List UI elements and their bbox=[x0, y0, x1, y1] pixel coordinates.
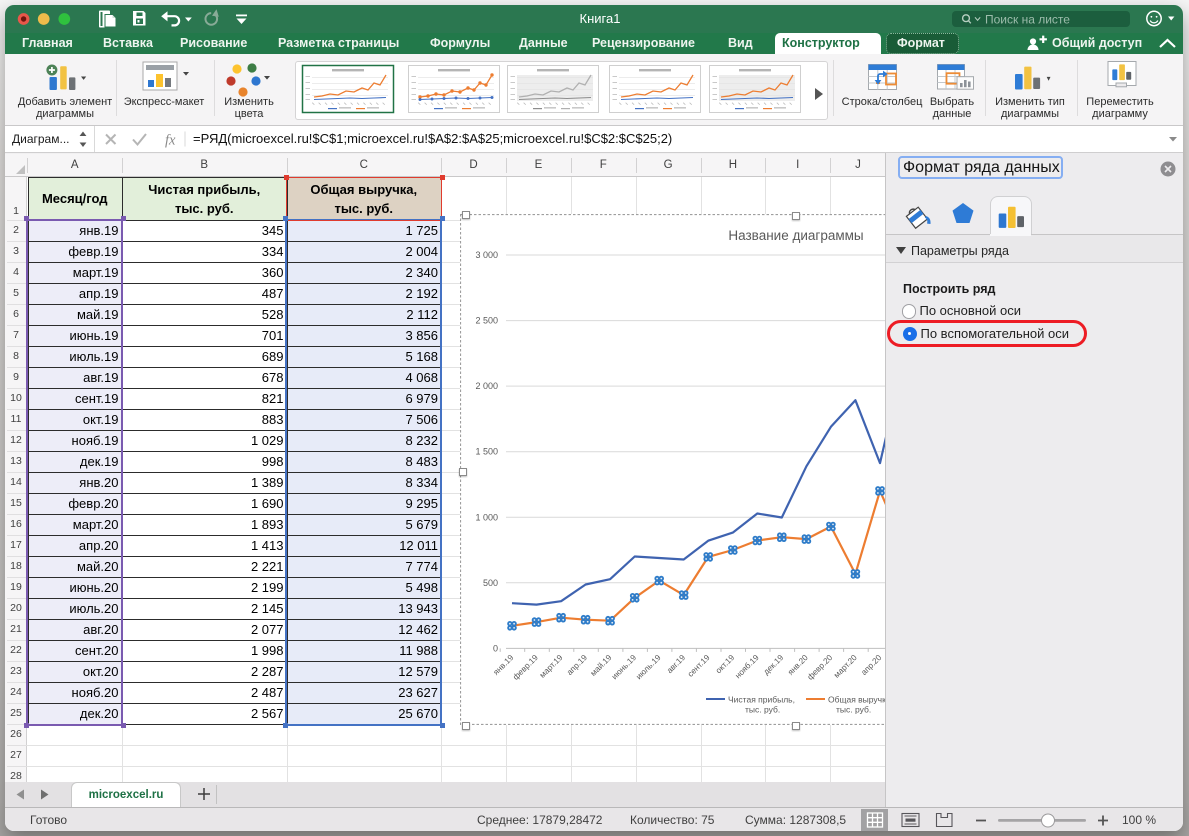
svg-text:Поиск на листе: Поиск на листе bbox=[985, 12, 1070, 26]
svg-text:Общая выручка,: Общая выручка, bbox=[828, 695, 885, 705]
svg-text:тыс. руб.: тыс. руб. bbox=[836, 705, 871, 715]
svg-text:1 500: 1 500 bbox=[475, 447, 498, 457]
svg-text:fx: fx bbox=[165, 132, 176, 148]
svg-text:Название диаграммы: Название диаграммы bbox=[728, 228, 863, 243]
svg-text:2 000: 2 000 bbox=[475, 381, 498, 391]
svg-text:2 500: 2 500 bbox=[475, 316, 498, 326]
svg-text:500: 500 bbox=[483, 578, 498, 588]
svg-text:0: 0 bbox=[493, 643, 498, 653]
svg-text:3 000: 3 000 bbox=[475, 250, 498, 260]
svg-text:Чистая прибыль,: Чистая прибыль, bbox=[728, 695, 795, 705]
svg-text:тыс. руб.: тыс. руб. bbox=[745, 705, 780, 715]
svg-text:1 000: 1 000 bbox=[475, 512, 498, 522]
